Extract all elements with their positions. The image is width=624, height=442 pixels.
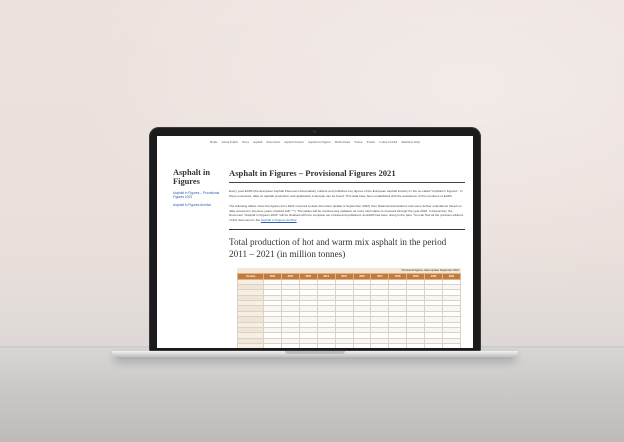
archive-link[interactable]: Asphalt in Figures Archive [261, 218, 297, 222]
table-caption: Provisional figures, latest update Septe… [237, 268, 461, 274]
nav-item[interactable]: Events [367, 140, 375, 151]
nav-item[interactable]: Asphalt in Figures [308, 140, 331, 151]
table-value-cell [352, 342, 372, 348]
table-value-cell [370, 342, 390, 348]
section-title: Total production of hot and warm mix asp… [229, 237, 447, 260]
nav-item[interactable]: Asphalt [253, 140, 263, 151]
production-table: Provisional figures, latest update Septe… [236, 268, 462, 348]
table-value-cell [316, 342, 336, 348]
table-body [236, 278, 462, 348]
laptop-base [112, 351, 518, 359]
nav-item[interactable]: Asphalt Science [284, 140, 304, 151]
table-value-cell [388, 342, 408, 348]
table-value-cell [263, 342, 282, 348]
table-row [236, 342, 462, 348]
desk-surface [0, 348, 624, 442]
main-content: Asphalt in Figures – Provisional Figures… [229, 168, 465, 348]
table-value-cell [334, 342, 354, 348]
laptop-lid: Home About EAPA News Asphalt Innovation Aspha… [149, 127, 481, 351]
intro-paragraph: Every year EAPA (the European Asphalt Pa… [229, 189, 463, 198]
nav-item[interactable]: Home [210, 140, 218, 151]
body-paragraph: The following tables show the figures fr… [229, 204, 465, 222]
table-value-cell [406, 342, 426, 348]
laptop-screen: Home About EAPA News Asphalt Innovation Aspha… [157, 136, 473, 348]
table-value-cell [298, 342, 318, 348]
table-value-cell [424, 342, 443, 348]
nav-item[interactable]: Contact EAPA [379, 140, 397, 151]
top-navigation: Home About EAPA News Asphalt Innovation Aspha… [157, 136, 473, 151]
nav-item[interactable]: Videos [354, 140, 363, 151]
section-divider [229, 228, 465, 230]
sidebar-title: Asphalt in Figures [173, 168, 211, 187]
sidebar-link-provisional[interactable]: Asphalt in Figures – Provisional Figures… [173, 191, 223, 200]
nav-item[interactable]: About EAPA [222, 140, 238, 151]
nav-item[interactable]: Innovation [267, 140, 280, 151]
page-title: Asphalt in Figures – Provisional Figures… [229, 168, 465, 183]
webcam-icon [313, 130, 316, 133]
nav-item[interactable]: Members Only [401, 140, 420, 151]
sidebar: Asphalt in Figures Asphalt in Figures – … [173, 168, 223, 208]
table-value-cell [280, 342, 300, 348]
table-country-cell [236, 342, 265, 348]
laptop-notch [285, 351, 345, 354]
nav-item[interactable]: Publications [335, 140, 350, 151]
table-value-cell [441, 342, 462, 348]
nav-item[interactable]: News [242, 140, 249, 151]
sidebar-link-archive[interactable]: Asphalt in Figures Archive [173, 203, 223, 207]
